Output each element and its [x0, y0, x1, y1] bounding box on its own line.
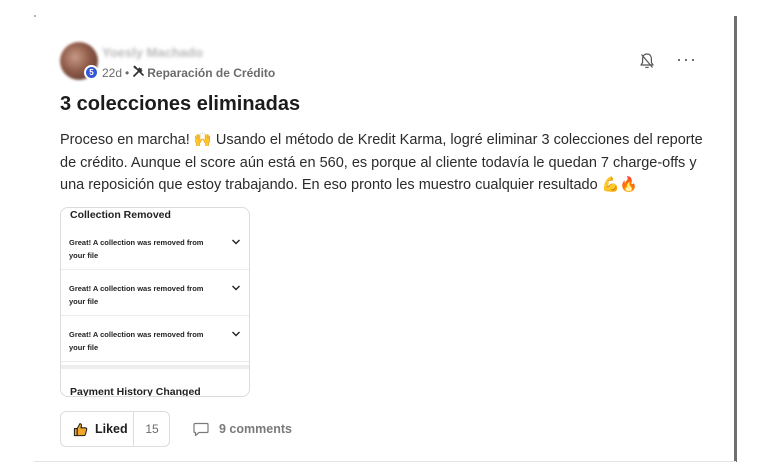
- like-control: Liked 15: [60, 411, 170, 447]
- post-header: 5 Yoesly Machado 22d • Reparación de Cré…: [60, 40, 720, 82]
- like-button[interactable]: Liked: [61, 412, 133, 446]
- post-card: 5 Yoesly Machado 22d • Reparación de Cré…: [60, 40, 720, 447]
- bell-icon[interactable]: [639, 52, 655, 70]
- post-title: 3 colecciones eliminadas: [60, 93, 301, 115]
- level-badge: 5: [84, 65, 99, 80]
- space-link[interactable]: Reparación de Crédito: [147, 66, 275, 80]
- chevron-down-icon: [232, 331, 240, 337]
- list-item-text: Great! A collection was removed from you…: [69, 284, 204, 306]
- attachment-section-title: Collection Removed: [70, 209, 171, 221]
- attachment-image[interactable]: Collection Removed Great! A collection w…: [60, 207, 250, 397]
- time-ago: 22d: [102, 66, 123, 80]
- post-meta: 22d • Reparación de Crédito: [102, 65, 275, 81]
- thumbs-up-icon: [73, 422, 88, 436]
- post-body: Proceso en marcha! 🙌 Usando el método de…: [60, 132, 703, 193]
- meta-separator: •: [125, 66, 130, 80]
- more-options-icon[interactable]: ···: [676, 50, 697, 68]
- list-item-text: Great! A collection was removed from you…: [69, 330, 204, 352]
- chevron-down-icon: [232, 239, 240, 245]
- list-item: Great! A collection was removed from you…: [61, 316, 249, 362]
- author-name[interactable]: Yoesly Machado: [102, 45, 203, 60]
- like-label: Liked: [95, 422, 128, 436]
- comment-icon: [193, 422, 209, 436]
- list-item-text: Great! A collection was removed from you…: [69, 238, 204, 260]
- post-actions: Liked 15 9 comments: [60, 411, 460, 447]
- attachment-divider: [61, 365, 249, 369]
- chevron-down-icon: [232, 285, 240, 291]
- decorative-dot: [34, 15, 36, 17]
- comments-label: 9 comments: [219, 422, 292, 436]
- post-divider: [34, 461, 736, 462]
- scrollbar[interactable]: [734, 16, 737, 462]
- list-item: Great! A collection was removed from you…: [61, 270, 249, 316]
- list-item: Great! A collection was removed from you…: [61, 224, 249, 270]
- comments-button[interactable]: 9 comments: [193, 411, 292, 447]
- tools-icon: [132, 65, 145, 81]
- attachment-next-section-title: Payment History Changed: [70, 386, 201, 397]
- like-count[interactable]: 15: [133, 412, 170, 446]
